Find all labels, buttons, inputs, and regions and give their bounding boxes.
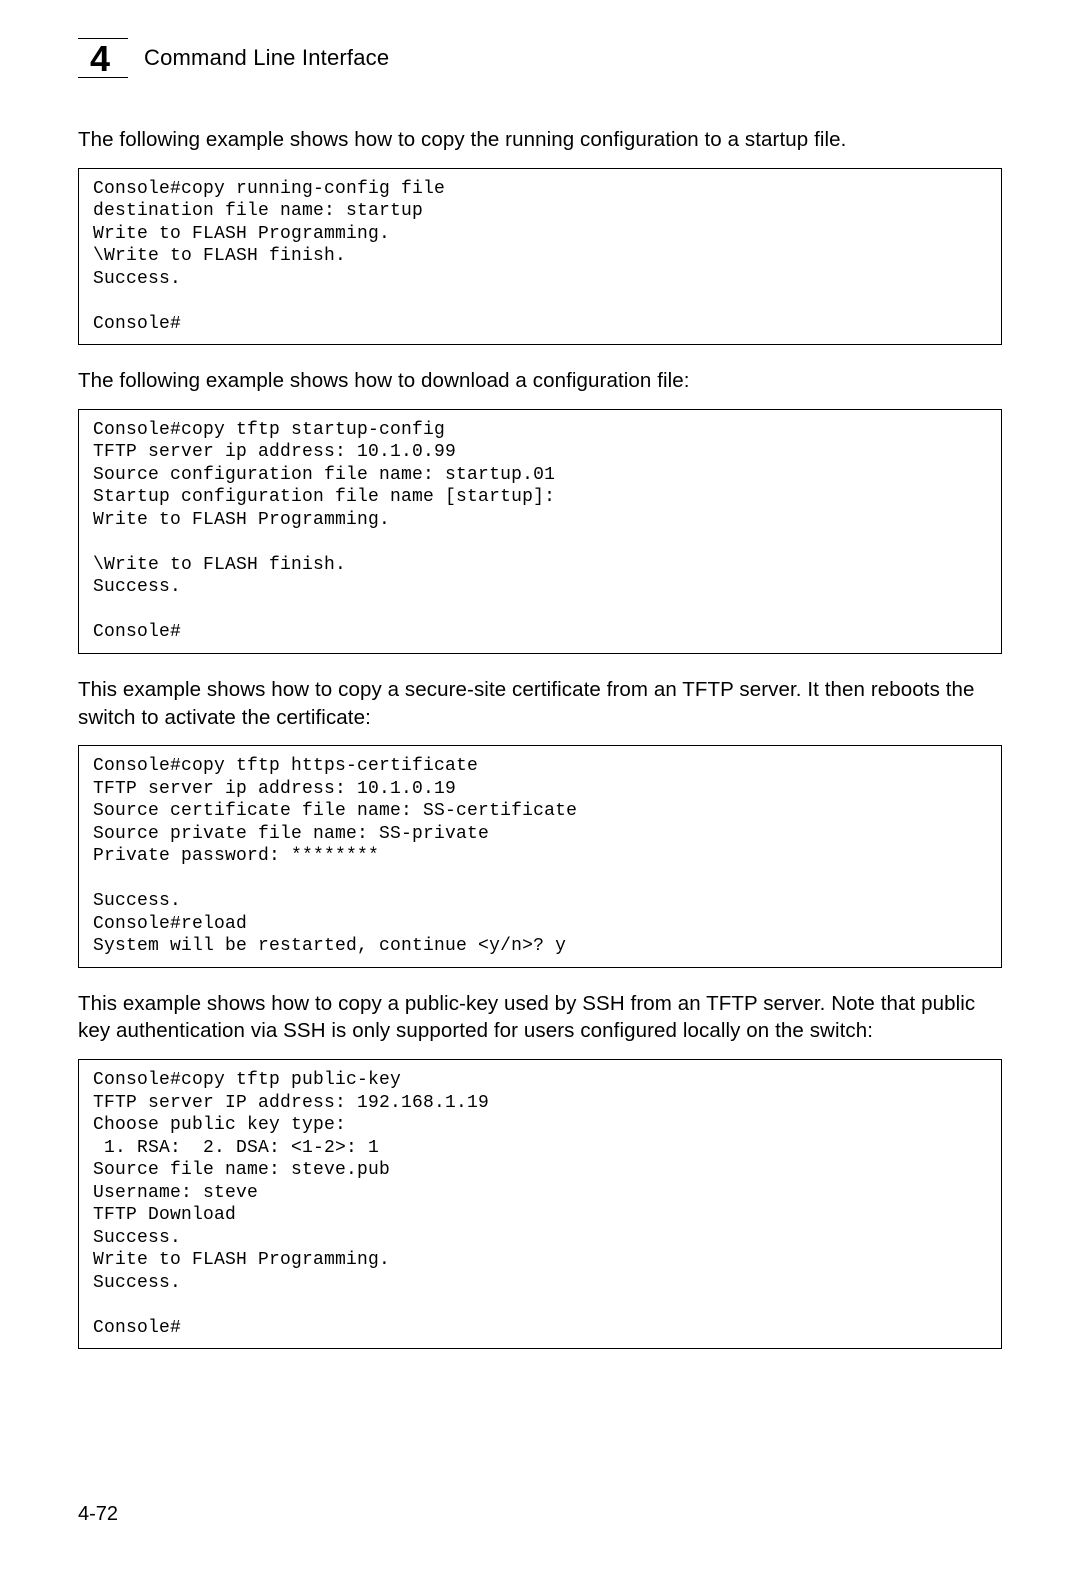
paragraph-1: The following example shows how to copy …	[78, 126, 1002, 154]
svg-text:4: 4	[90, 38, 110, 78]
paragraph-2: The following example shows how to downl…	[78, 367, 1002, 395]
chapter-title: Command Line Interface	[144, 45, 389, 71]
page-header: 4 Command Line Interface	[78, 38, 1002, 78]
chapter-badge-icon: 4	[78, 38, 128, 78]
page-number: 4-72	[78, 1503, 118, 1526]
paragraph-3: This example shows how to copy a secure-…	[78, 676, 1002, 731]
code-block-2: Console#copy tftp startup-config TFTP se…	[78, 409, 1002, 654]
paragraph-4: This example shows how to copy a public-…	[78, 990, 1002, 1045]
code-block-1: Console#copy running-config file destina…	[78, 168, 1002, 346]
code-block-3: Console#copy tftp https-certificate TFTP…	[78, 745, 1002, 968]
code-block-4: Console#copy tftp public-key TFTP server…	[78, 1059, 1002, 1349]
